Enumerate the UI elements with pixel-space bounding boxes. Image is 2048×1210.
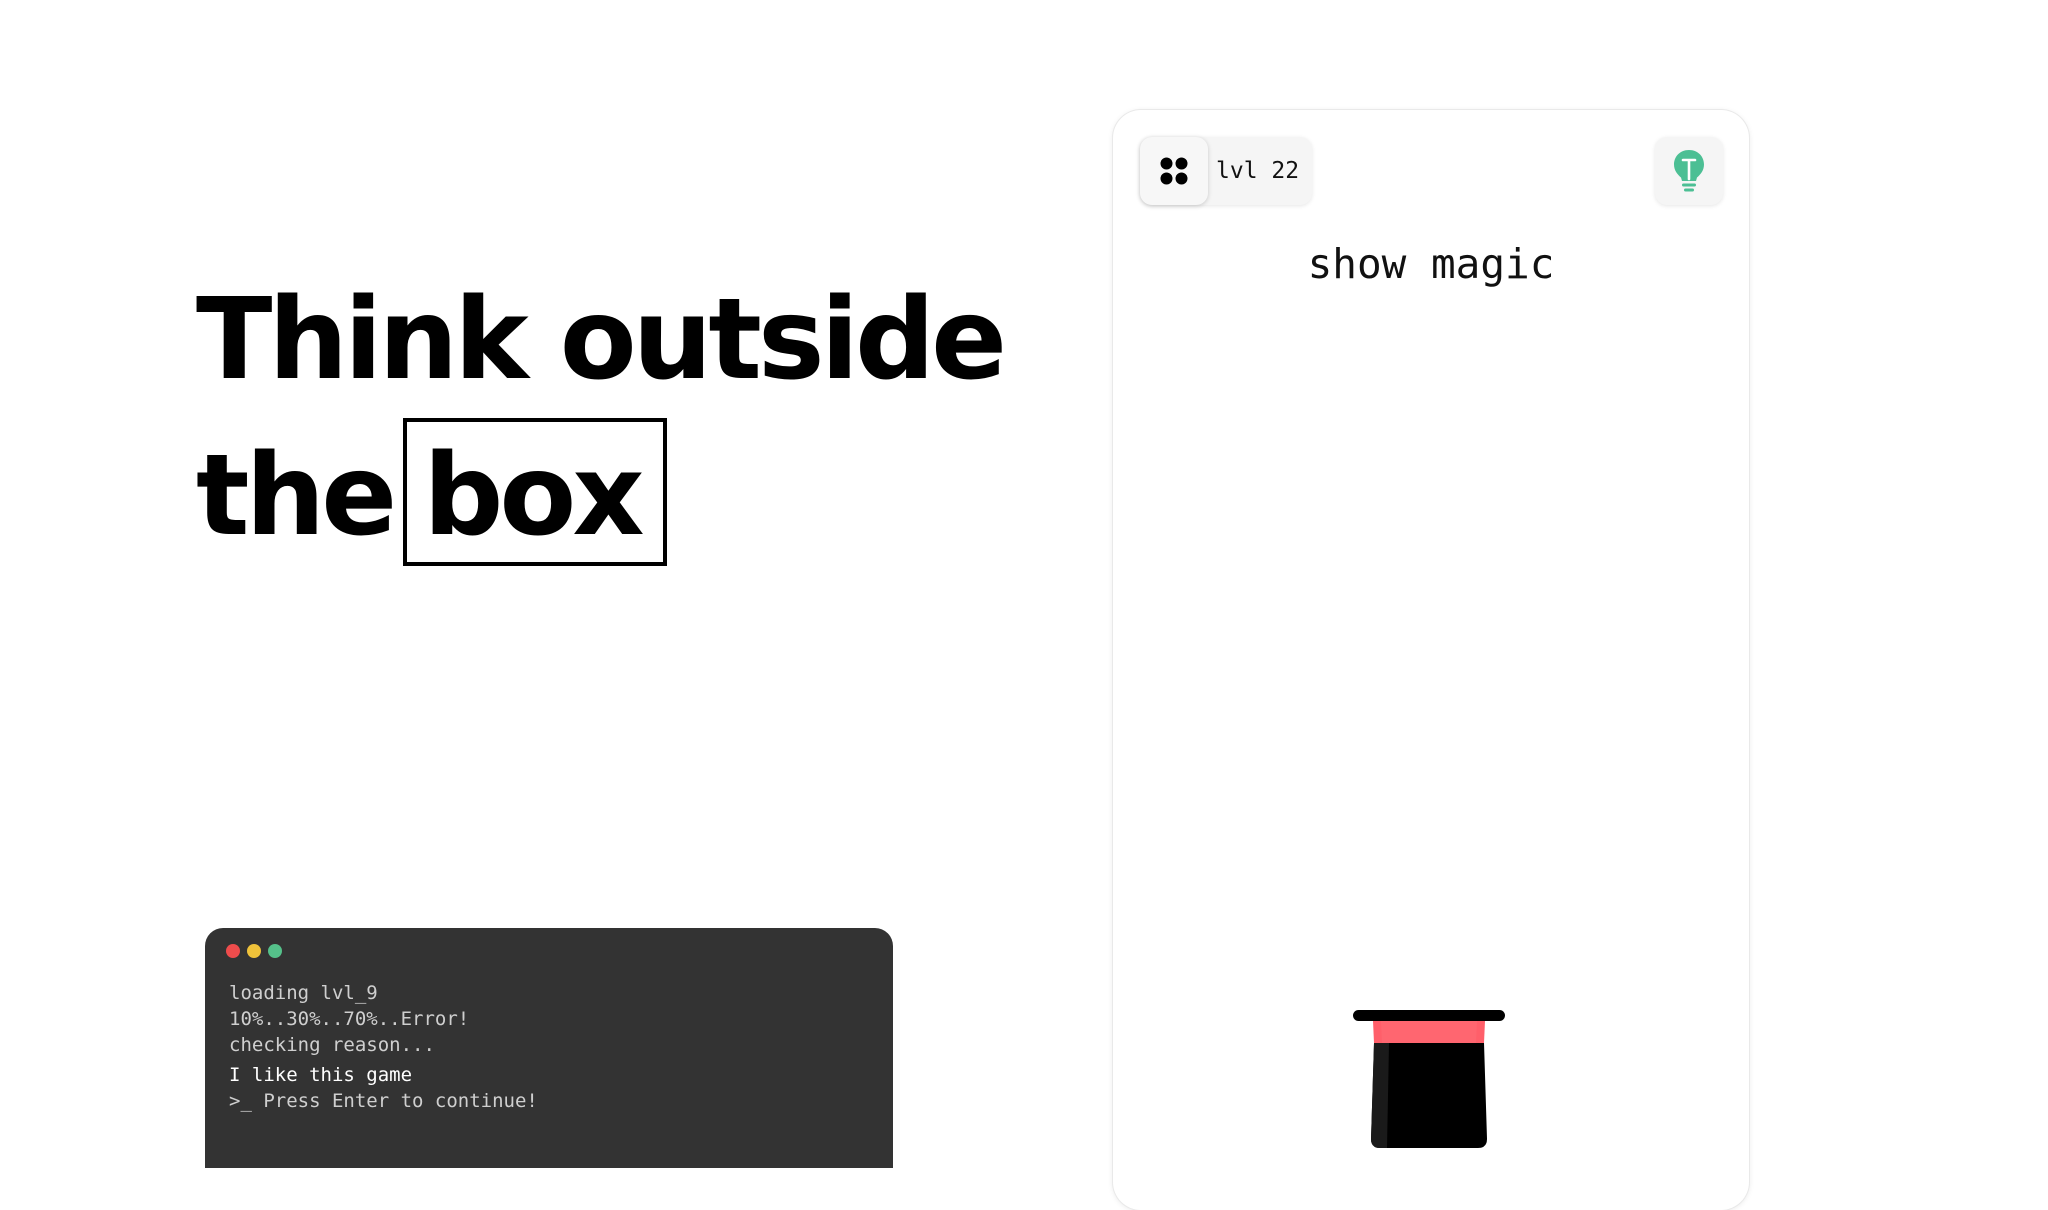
puzzle-prompt: show magic [1307, 240, 1555, 288]
level-label: lvl 22 [1216, 158, 1300, 184]
four-dots-grid-icon [1160, 157, 1188, 185]
terminal-line-highlight: I like this game [229, 1064, 413, 1086]
headline-boxed-word: box [403, 418, 667, 566]
level-menu-button[interactable] [1140, 137, 1208, 205]
headline-the-word: the [196, 431, 397, 561]
terminal-line: 10%..30%..70%..Error! [229, 1008, 470, 1030]
game-screen: lvl 22 show magic [1113, 110, 1749, 1210]
terminal-window: loading lvl_9 10%..30%..70%..Error! chec… [205, 928, 893, 1168]
close-dot [226, 944, 240, 958]
hint-button[interactable] [1655, 137, 1723, 205]
terminal-line: checking reason... [229, 1034, 435, 1056]
terminal-line: loading lvl_9 [229, 982, 378, 1004]
terminal-prompt-line[interactable]: >_ Press Enter to continue! [229, 1088, 869, 1114]
lightbulb-icon [1674, 150, 1704, 192]
magic-hat[interactable] [1351, 1008, 1507, 1154]
headline: Think outside the box [196, 262, 1007, 574]
headline-line-1: Think outside [196, 275, 1007, 405]
terminal-output: loading lvl_9 10%..30%..70%..Error! chec… [229, 980, 869, 1114]
headline-line-2: the box [196, 418, 1003, 574]
level-indicator: lvl 22 [1140, 137, 1312, 205]
maximize-dot [268, 944, 282, 958]
minimize-dot [247, 944, 261, 958]
window-controls [226, 944, 869, 958]
